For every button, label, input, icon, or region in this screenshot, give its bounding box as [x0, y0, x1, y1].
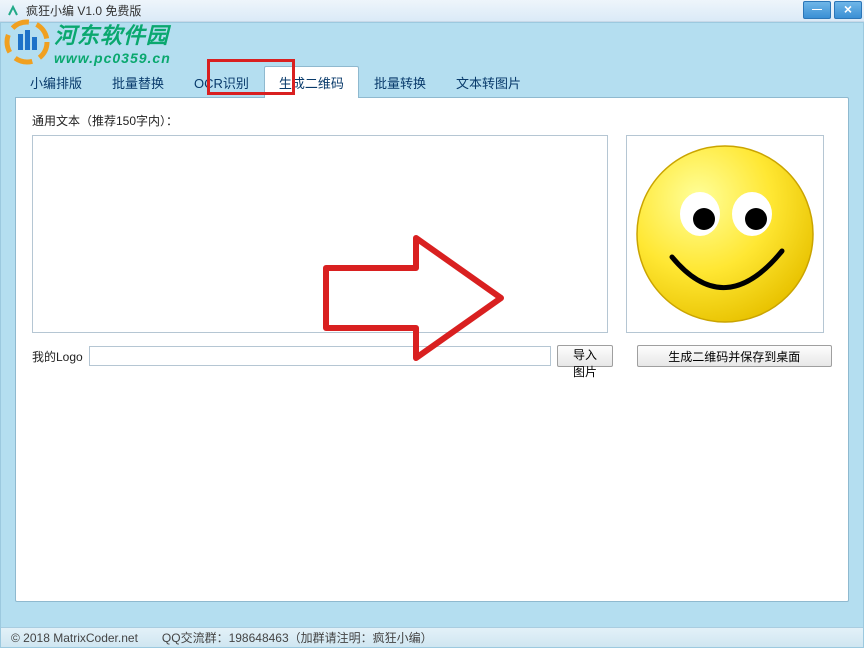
- smiley-preview-icon: [630, 139, 820, 329]
- window-title: 疯狂小编 V1.0 免费版: [26, 2, 141, 19]
- qr-text-input[interactable]: [32, 135, 608, 333]
- app-icon: [6, 4, 20, 18]
- tab-text-to-image[interactable]: 文本转图片: [441, 66, 536, 98]
- tab-batch-replace[interactable]: 批量替换: [97, 66, 179, 98]
- close-button[interactable]: ×: [834, 1, 862, 19]
- logo-path-input[interactable]: [89, 346, 551, 366]
- window-controls: — ×: [803, 1, 862, 19]
- titlebar: 疯狂小编 V1.0 免费版 — ×: [0, 0, 864, 22]
- footer-text: © 2018 MatrixCoder.net QQ交流群：198648463（加…: [11, 629, 433, 646]
- generate-qr-button[interactable]: 生成二维码并保存到桌面: [637, 345, 832, 367]
- tab-qrcode[interactable]: 生成二维码: [264, 66, 359, 98]
- import-image-button[interactable]: 导入图片: [557, 345, 613, 367]
- tab-content: 通用文本（推荐150字内）：: [15, 97, 849, 602]
- text-input-label: 通用文本（推荐150字内）：: [32, 112, 832, 129]
- tab-bar: 小编排版 批量替换 OCR识别 生成二维码 批量转换 文本转图片: [1, 23, 863, 97]
- status-bar: © 2018 MatrixCoder.net QQ交流群：198648463（加…: [1, 627, 863, 647]
- qr-preview-box: [626, 135, 824, 333]
- logo-label: 我的Logo: [32, 348, 83, 365]
- tab-typeset[interactable]: 小编排版: [15, 66, 97, 98]
- minimize-button[interactable]: —: [803, 1, 831, 19]
- tab-ocr[interactable]: OCR识别: [179, 66, 264, 98]
- app-body: 小编排版 批量替换 OCR识别 生成二维码 批量转换 文本转图片 通用文本（推荐…: [0, 22, 864, 648]
- tab-batch-convert[interactable]: 批量转换: [359, 66, 441, 98]
